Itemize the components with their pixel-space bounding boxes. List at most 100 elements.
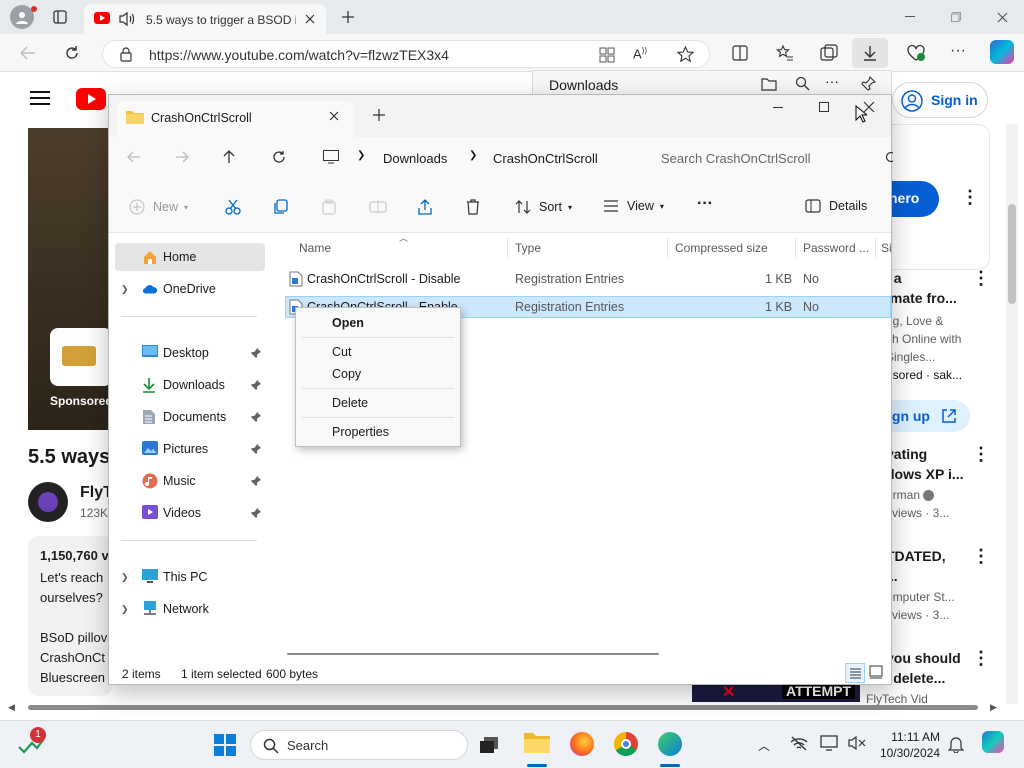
explorer-tab[interactable]: CrashOnCtrlScroll [117,101,353,137]
column-size[interactable]: Si [881,241,892,255]
column-type[interactable]: Type [515,241,541,255]
forward-icon[interactable] [175,151,189,163]
browser-tab-active[interactable]: 5.5 ways to trigger a BSOD i [84,4,326,34]
sign-up-button[interactable]: ign up [880,400,970,432]
file-row[interactable]: CrashOnCtrlScroll - Disable Registration… [285,268,891,290]
open-folder-icon[interactable] [761,77,777,91]
back-icon[interactable] [18,43,38,63]
split-screen-icon[interactable] [732,45,748,61]
clock[interactable]: 11:11 AM 10/30/2024 [876,729,940,761]
column-divider[interactable] [507,237,508,259]
kebab-menu-icon[interactable]: ⋮ [972,648,990,669]
view-button[interactable]: View ▾ [603,199,664,213]
menu-item-delete[interactable]: Delete [332,396,368,410]
copilot-icon[interactable] [990,40,1014,64]
browser-essentials-icon[interactable] [906,44,926,62]
close-tab-icon[interactable] [329,111,339,121]
nav-home[interactable]: Home [115,243,265,271]
up-icon[interactable] [223,150,235,164]
menu-item-properties[interactable]: Properties [332,425,389,439]
delete-icon[interactable] [465,199,481,215]
sidebar-video-3-title[interactable]: you should ' delete... [886,648,961,688]
column-password[interactable]: Password ... [803,241,869,255]
back-icon[interactable] [127,151,141,163]
refresh-icon[interactable] [62,43,82,63]
kebab-menu-icon[interactable]: ⋮ [972,546,990,567]
horizontal-scrollbar[interactable] [287,653,659,655]
notifications-bell-icon[interactable] [948,735,964,753]
description-box[interactable]: 1,150,760 v Let's reach ourselves? BSoD p… [28,536,112,696]
column-divider[interactable] [795,237,796,259]
video-player[interactable]: Sponsored [28,128,113,430]
tab-actions-icon[interactable] [50,7,70,27]
downloads-button[interactable] [852,38,888,68]
collections-icon[interactable] [820,44,838,62]
more-options-icon[interactable]: ··· [825,73,839,89]
hamburger-menu-icon[interactable] [30,90,50,106]
display-icon[interactable] [820,735,840,751]
sidebar-ad-title[interactable]: l a lmate fro... [886,268,957,308]
cut-icon[interactable] [225,199,241,215]
minimize-icon[interactable] [773,107,783,109]
speaker-icon[interactable] [118,11,136,27]
new-tab-icon[interactable] [373,109,385,121]
column-name[interactable]: Name [299,241,331,255]
nav-videos[interactable]: Videos [109,499,265,527]
tiles-view-toggle[interactable] [869,665,883,679]
edge-icon[interactable] [658,732,682,756]
sponsor-card[interactable] [50,328,112,386]
copy-icon[interactable] [273,199,289,215]
nav-music[interactable]: Music [109,467,265,495]
copilot-taskbar-icon[interactable] [982,731,1004,753]
search-icon[interactable] [885,151,893,165]
new-tab-icon[interactable] [338,7,358,27]
nav-downloads[interactable]: Downloads [109,371,265,399]
nav-desktop[interactable]: Desktop [109,339,265,367]
explorer-search-box[interactable]: Search CrashOnCtrlScroll [649,143,893,173]
app-available-icon[interactable] [599,47,615,63]
paste-icon[interactable] [321,199,337,215]
share-icon[interactable] [417,199,433,215]
menu-item-cut[interactable]: Cut [332,345,351,359]
favorite-star-icon[interactable] [677,46,694,63]
rename-icon[interactable] [369,199,387,215]
minimize-browser-icon[interactable] [898,8,922,26]
sign-in-button[interactable]: Sign in [892,82,988,118]
youtube-logo-icon[interactable] [76,88,106,110]
taskbar-search[interactable]: Search [250,730,468,760]
sort-button[interactable]: Sort ▾ [515,199,572,215]
file-explorer-taskbar-icon[interactable] [524,731,550,753]
column-compressed-size[interactable]: Compressed size [675,241,768,255]
refresh-icon[interactable] [272,150,286,164]
column-divider[interactable] [875,237,876,259]
details-button[interactable]: Details [805,199,867,213]
read-aloud-icon[interactable]: A)) [633,46,647,61]
network-icon[interactable] [790,735,808,751]
maximize-icon[interactable] [819,102,829,112]
chevron-up-icon[interactable]: ︿ [758,737,770,754]
nav-this-pc[interactable]: ❯ This PC [109,563,265,591]
kebab-menu-icon[interactable]: ⋮ [972,268,990,289]
nav-documents[interactable]: Documents [109,403,265,431]
nav-onedrive[interactable]: ❯ OneDrive [109,275,265,303]
settings-more-icon[interactable]: ··· [950,42,966,60]
address-bar[interactable]: https://www.youtube.com/watch?v=flzwzTEX… [102,40,710,68]
breadcrumb[interactable]: ❯ Downloads ❯ CrashOnCtrlScroll [307,143,629,173]
restore-browser-icon[interactable] [944,8,968,26]
scrollbar-thumb[interactable] [28,705,978,710]
nav-pictures[interactable]: Pictures [109,435,265,463]
search-icon[interactable] [795,76,810,91]
kebab-menu-icon[interactable]: ⋮ [961,187,979,208]
kebab-menu-icon[interactable]: ⋮ [972,444,990,465]
menu-item-copy[interactable]: Copy [332,367,361,381]
scrollbar-thumb[interactable] [1008,204,1016,304]
column-divider[interactable] [667,237,668,259]
volume-muted-icon[interactable] [848,736,866,750]
menu-item-open[interactable]: Open [332,316,364,330]
lock-icon[interactable] [119,47,133,62]
sidebar-video-1-title[interactable]: vating dows XP i... [886,444,964,484]
chrome-icon[interactable] [614,732,638,756]
task-view-icon[interactable] [480,737,500,753]
horizontal-scrollbar[interactable]: ◀ ▶ [8,702,1000,712]
sidebar-video-2-title[interactable]: TDATED,... [886,546,946,586]
